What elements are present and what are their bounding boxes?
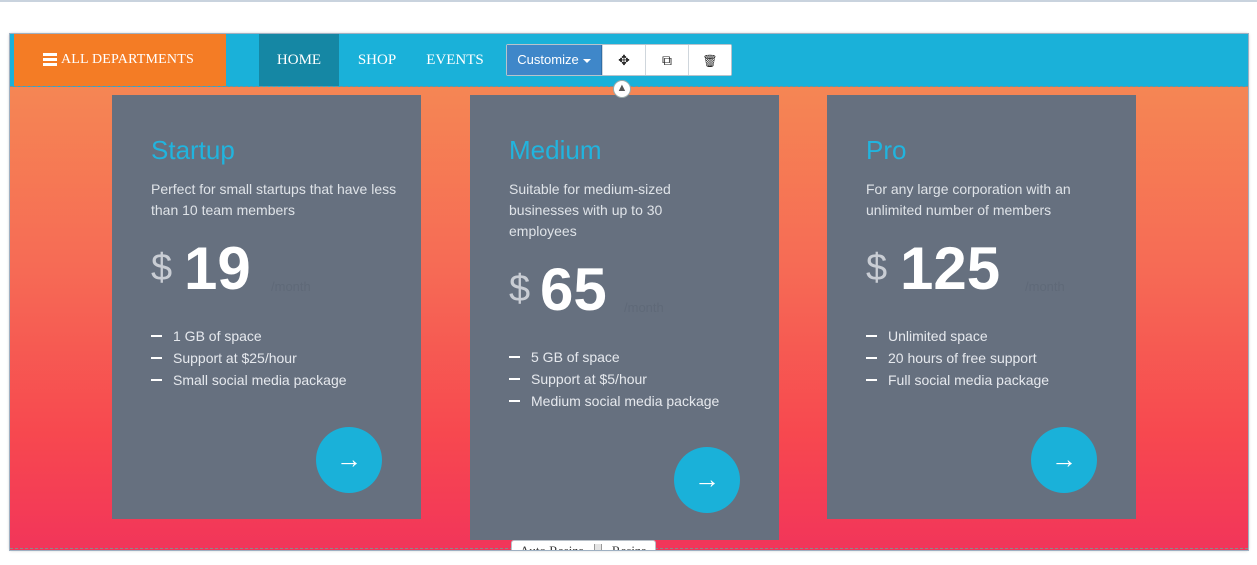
plan-price: 125 — [900, 235, 1001, 302]
currency-symbol: $ — [866, 247, 888, 289]
all-departments-label: ALL DEPARTMENTS — [61, 52, 194, 67]
price-period: /month — [271, 279, 311, 294]
plan-description: For any large corporation with an unlimi… — [866, 181, 1071, 218]
plan-name: Medium — [509, 135, 602, 165]
trash-icon: 🗑 — [702, 54, 718, 68]
copy-button[interactable]: ⧉ — [645, 45, 688, 75]
caret-down-icon — [582, 58, 591, 63]
resize-controls: Auto Resize Resize — [511, 540, 656, 550]
plan-name: Pro — [866, 135, 907, 165]
all-departments-button[interactable]: ALL DEPARTMENTS — [14, 34, 226, 86]
plan-name: Startup — [151, 135, 235, 165]
feature-list: 5 GB of space Support at $5/hour Medium … — [509, 346, 719, 412]
feature-list: Unlimited space 20 hours of free support… — [866, 325, 1049, 391]
select-plan-button[interactable]: → — [674, 447, 740, 513]
plan-price: 65 — [540, 256, 607, 323]
resize-handle[interactable] — [593, 544, 602, 550]
arrow-right-icon: → — [336, 444, 362, 474]
feature-item: 5 GB of space — [509, 346, 719, 368]
feature-item: 20 hours of free support — [866, 347, 1049, 369]
delete-button[interactable]: 🗑 — [688, 45, 731, 75]
auto-resize-button[interactable]: Auto Resize — [512, 541, 592, 550]
feature-item: Support at $5/hour — [509, 368, 719, 390]
select-plan-button[interactable]: → — [316, 427, 382, 493]
pricing-section: Startup Perfect for small startups that … — [10, 87, 1248, 550]
copy-icon: ⧉ — [662, 52, 672, 68]
currency-symbol: $ — [151, 247, 173, 289]
arrow-right-icon: → — [694, 464, 720, 494]
feature-item: Full social media package — [866, 369, 1049, 391]
feature-item: Unlimited space — [866, 325, 1049, 347]
plan-card-medium: Medium Suitable for medium-sized busines… — [470, 95, 779, 540]
customize-label: Customize — [517, 52, 579, 67]
plan-description: Perfect for small startups that have les… — [151, 181, 397, 218]
nav-home[interactable]: HOME — [259, 34, 339, 86]
navbar: ALL DEPARTMENTS HOME SHOP EVENTS Customi… — [10, 34, 1248, 87]
move-up-button[interactable]: ▲ — [613, 80, 631, 98]
feature-list: 1 GB of space Support at $25/hour Small … — [151, 325, 347, 391]
feature-item: 1 GB of space — [151, 325, 347, 347]
list-icon — [43, 53, 57, 66]
price-period: /month — [624, 300, 664, 315]
price-period: /month — [1025, 279, 1065, 294]
plan-card-startup: Startup Perfect for small startups that … — [112, 95, 421, 519]
block-toolbar: Customize ✥ ⧉ 🗑 — [506, 44, 732, 76]
move-icon: ✥ — [618, 52, 630, 68]
currency-symbol: $ — [509, 268, 531, 310]
feature-item: Small social media package — [151, 369, 347, 391]
select-plan-button[interactable]: → — [1031, 427, 1097, 493]
customize-button[interactable]: Customize — [507, 45, 602, 75]
plan-price: 19 — [184, 235, 251, 302]
feature-item: Medium social media package — [509, 390, 719, 412]
move-button[interactable]: ✥ — [602, 45, 645, 75]
arrow-up-icon: ▲ — [616, 82, 628, 94]
editor-canvas: ALL DEPARTMENTS HOME SHOP EVENTS Customi… — [10, 34, 1248, 550]
nav-events[interactable]: EVENTS — [416, 34, 494, 86]
resize-button[interactable]: Resize — [604, 541, 655, 550]
plan-description: Suitable for medium-sized businesses wit… — [509, 181, 671, 239]
plan-card-pro: Pro For any large corporation with an un… — [827, 95, 1136, 519]
nav-shop[interactable]: SHOP — [346, 34, 408, 86]
window-top-border — [0, 0, 1257, 2]
feature-item: Support at $25/hour — [151, 347, 347, 369]
arrow-right-icon: → — [1051, 444, 1077, 474]
